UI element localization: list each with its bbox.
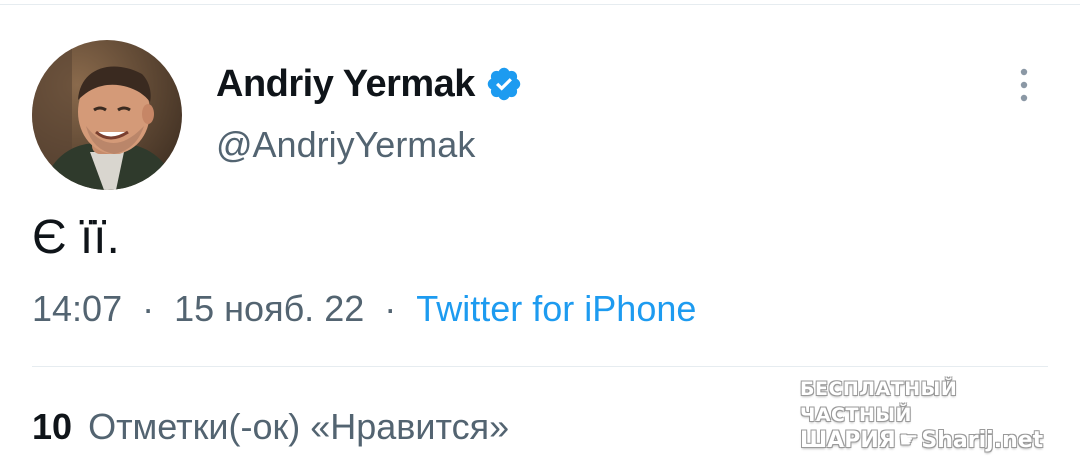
meta-separator: · xyxy=(384,288,397,329)
tweet-source-link[interactable]: Twitter for iPhone xyxy=(416,288,696,329)
watermark-line2-right: Sharij.net xyxy=(921,428,1044,453)
watermark: БЕСПЛАТНЫЙ ЧАСТНЫЙ ШАРИЯ ☛ Sharij.net xyxy=(800,376,1056,454)
author-name-row[interactable]: Andriy Yermak xyxy=(216,62,523,106)
tweet-meta: 14:07 · 15 нояб. 22 · Twitter for iPhone xyxy=(32,288,696,330)
author-handle[interactable]: @AndriyYermak xyxy=(216,124,475,166)
likes-row[interactable]: 10 Отметки(-ок) «Нравится» xyxy=(32,406,509,448)
watermark-line2: ШАРИЯ ☛ Sharij.net xyxy=(800,428,1056,454)
likes-count: 10 xyxy=(32,406,73,447)
pointing-hand-icon: ☛ xyxy=(898,428,919,453)
watermark-line2-left: ШАРИЯ xyxy=(800,428,896,453)
avatar-photo xyxy=(32,40,182,190)
more-vertical-icon xyxy=(1020,68,1028,102)
display-name[interactable]: Andriy Yermak xyxy=(216,63,475,106)
tweet-text: Є її. xyxy=(32,211,120,264)
more-options-button[interactable] xyxy=(1004,60,1044,110)
divider xyxy=(32,366,1048,367)
watermark-line1: БЕСПЛАТНЫЙ ЧАСТНЫЙ xyxy=(800,378,958,426)
tweet-time[interactable]: 14:07 xyxy=(32,288,122,329)
top-border xyxy=(0,4,1080,5)
tweet-date[interactable]: 15 нояб. 22 xyxy=(174,288,364,329)
avatar[interactable] xyxy=(32,40,182,190)
verified-badge-icon xyxy=(485,65,523,103)
likes-label: Отметки(-ок) «Нравится» xyxy=(88,406,510,447)
meta-separator: · xyxy=(142,288,155,329)
